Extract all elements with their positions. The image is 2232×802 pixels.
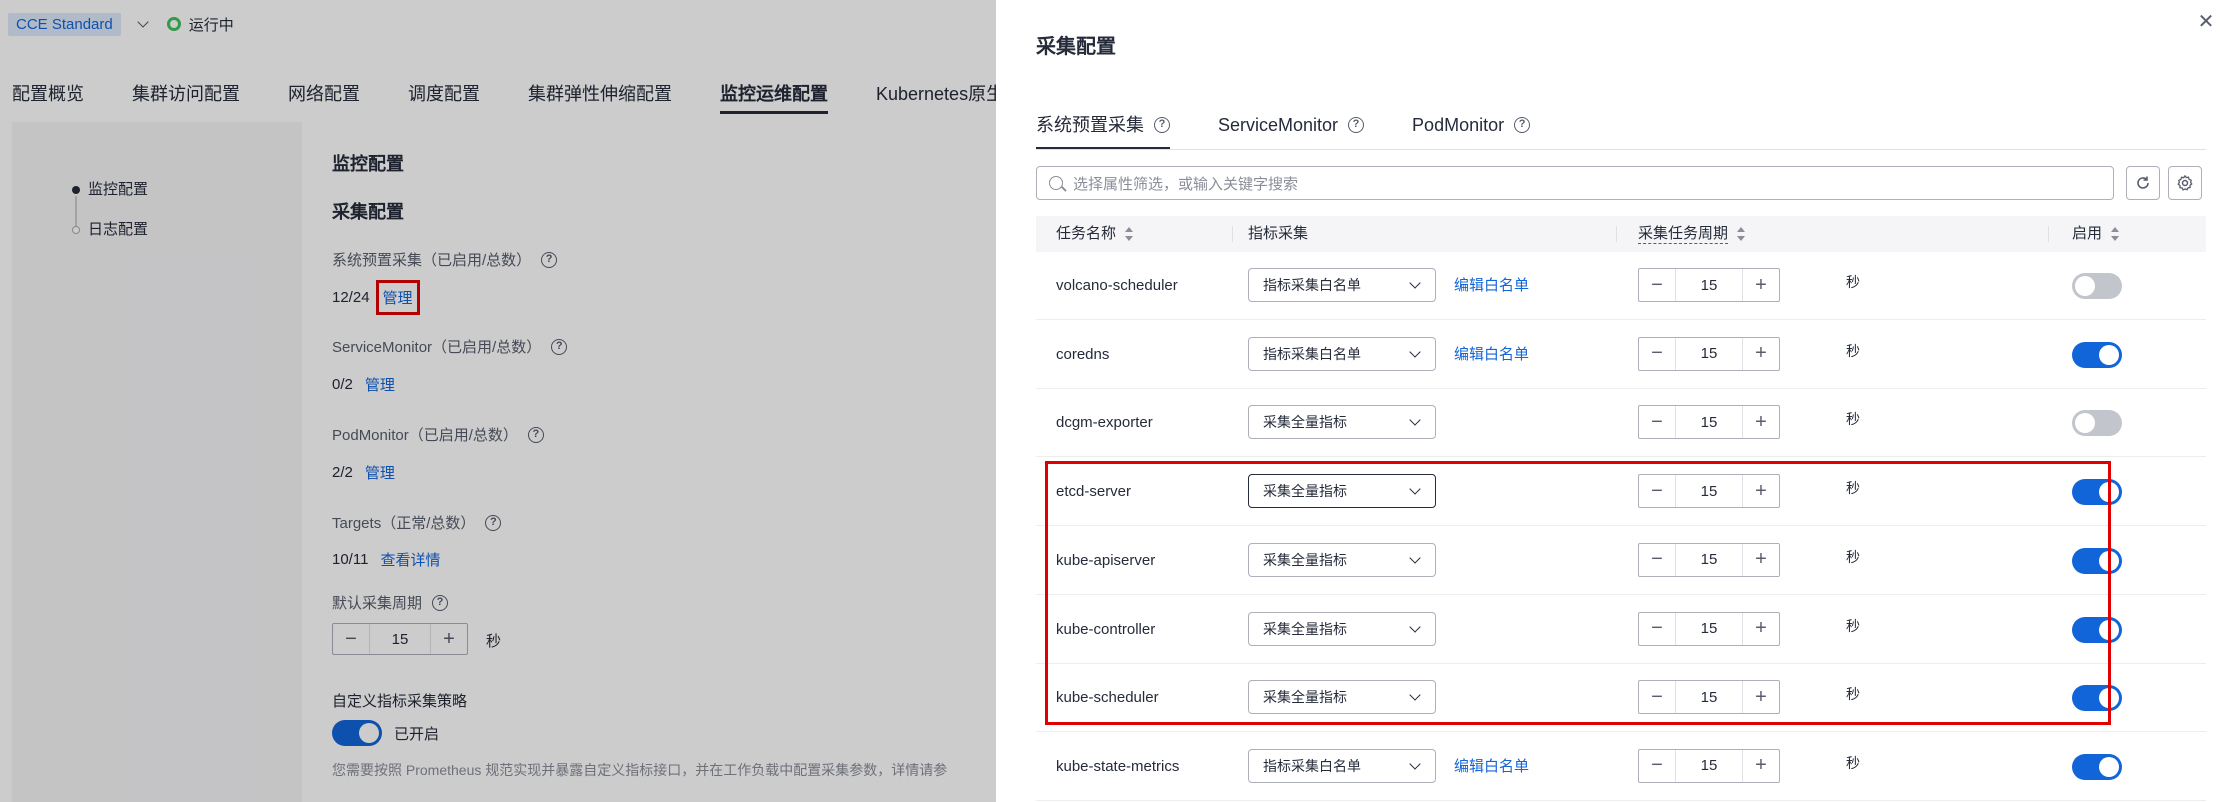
period-unit: 秒	[1846, 754, 1860, 771]
select-value: 指标采集白名单	[1263, 345, 1361, 362]
close-icon[interactable]: ✕	[2196, 12, 2216, 32]
minus-icon[interactable]: −	[1639, 750, 1675, 782]
tab-label: 系统预置采集	[1036, 115, 1144, 135]
help-icon[interactable]: ?	[1348, 117, 1365, 133]
col-label: 采集任务周期	[1638, 224, 1729, 244]
chevron-down-icon	[1409, 346, 1421, 358]
table-row: volcano-scheduler 指标采集白名单 编辑白名单 −15 + 秒	[1036, 252, 2206, 320]
metric-select[interactable]: 指标采集白名单	[1248, 748, 1436, 783]
drawer-title: 采集配置	[1036, 36, 1116, 58]
col-enabled[interactable]: 启用	[2072, 216, 2120, 252]
col-period[interactable]: 采集任务周期	[1638, 216, 1746, 252]
drawer-tabs: 系统预置采集 ? ServiceMonitor ? PodMonitor ?	[1036, 108, 1578, 150]
enable-toggle[interactable]	[2072, 410, 2122, 437]
period-unit: 秒	[1846, 342, 1860, 359]
settings-button[interactable]	[2168, 166, 2202, 200]
search-input[interactable]: 选择属性筛选，或输入关键字搜索	[1036, 166, 2114, 200]
tab-label: ServiceMonitor	[1218, 115, 1339, 135]
help-icon[interactable]: ?	[1514, 117, 1531, 133]
col-divider	[2048, 226, 2049, 242]
period-stepper[interactable]: −15 +	[1638, 336, 1780, 371]
period-stepper[interactable]: −15 +	[1638, 748, 1780, 783]
sort-icon[interactable]	[2110, 227, 2120, 241]
period-stepper[interactable]: −15 +	[1638, 268, 1780, 302]
tabs-divider	[1036, 149, 2206, 150]
period-unit: 秒	[1846, 274, 1860, 290]
search-icon	[1049, 176, 1063, 190]
tab-podmonitor[interactable]: PodMonitor ?	[1412, 108, 1531, 150]
minus-icon[interactable]: −	[1639, 269, 1675, 301]
task-name: kube-state-metrics	[1056, 757, 1180, 775]
minus-icon[interactable]: −	[1639, 338, 1675, 370]
enable-toggle[interactable]	[2072, 753, 2122, 780]
chevron-down-icon	[1409, 758, 1421, 770]
col-divider	[1232, 226, 1233, 242]
sort-icon[interactable]	[1124, 227, 1134, 241]
select-value: 采集全量指标	[1263, 414, 1347, 431]
tab-servicemonitor[interactable]: ServiceMonitor ?	[1218, 108, 1365, 150]
enable-toggle[interactable]	[2072, 341, 2122, 368]
period-unit: 秒	[1846, 411, 1860, 428]
table-row: kube-state-metrics 指标采集白名单 编辑白名单 −15 + 秒	[1036, 733, 2206, 801]
table-row: coredns 指标采集白名单 编辑白名单 −15 + 秒	[1036, 321, 2206, 389]
refresh-icon	[2137, 176, 2149, 189]
plus-icon[interactable]: +	[1743, 406, 1779, 438]
plus-icon[interactable]: +	[1743, 750, 1779, 782]
period-stepper[interactable]: −15 +	[1638, 405, 1780, 440]
period-value[interactable]: 15	[1675, 749, 1743, 782]
metric-select[interactable]: 指标采集白名单	[1248, 336, 1436, 371]
col-label: 指标采集	[1248, 225, 1309, 242]
tab-preset-collect[interactable]: 系统预置采集 ?	[1036, 108, 1170, 150]
metric-select[interactable]: 指标采集白名单	[1248, 268, 1436, 302]
refresh-button[interactable]	[2126, 166, 2160, 200]
period-value[interactable]: 15	[1675, 337, 1743, 370]
task-name: volcano-scheduler	[1056, 277, 1178, 294]
help-icon[interactable]: ?	[1154, 117, 1170, 133]
table-row: dcgm-exporter 采集全量指标 −15 + 秒	[1036, 389, 2206, 458]
task-name: coredns	[1056, 345, 1110, 363]
tab-label: PodMonitor	[1412, 115, 1505, 135]
enable-toggle[interactable]	[2072, 273, 2122, 299]
select-value: 指标采集白名单	[1263, 277, 1361, 293]
highlight-box	[1045, 461, 2111, 725]
col-divider	[1616, 226, 1617, 242]
period-value[interactable]: 15	[1675, 269, 1743, 301]
col-label: 任务名称	[1056, 225, 1117, 242]
gear-icon	[2177, 175, 2193, 191]
task-name: dcgm-exporter	[1056, 414, 1153, 432]
sort-icon[interactable]	[1736, 227, 1746, 241]
chevron-down-icon	[1409, 414, 1421, 427]
col-metric-collect: 指标采集	[1248, 216, 1308, 252]
table-header: 任务名称 指标采集 采集任务周期 启用	[1036, 216, 2206, 252]
search-placeholder: 选择属性筛选，或输入关键字搜索	[1073, 175, 1299, 193]
minus-icon[interactable]: −	[1639, 406, 1675, 438]
background-page: CCE Standard 运行中 配置概览 集群访问配置 网络配置 调度配置 集…	[0, 0, 996, 802]
plus-icon[interactable]: +	[1743, 338, 1779, 370]
plus-icon[interactable]: +	[1743, 269, 1779, 301]
period-value[interactable]: 15	[1675, 406, 1743, 439]
modal-overlay[interactable]	[0, 0, 996, 802]
col-task-name[interactable]: 任务名称	[1056, 216, 1134, 252]
edit-whitelist-link[interactable]: 编辑白名单	[1454, 321, 1529, 389]
metric-select[interactable]: 采集全量指标	[1248, 405, 1436, 440]
col-label: 启用	[2072, 225, 2103, 242]
chevron-down-icon	[1409, 277, 1421, 289]
edit-whitelist-link[interactable]: 编辑白名单	[1454, 252, 1529, 320]
select-value: 指标采集白名单	[1263, 757, 1361, 774]
edit-whitelist-link[interactable]: 编辑白名单	[1454, 733, 1529, 801]
